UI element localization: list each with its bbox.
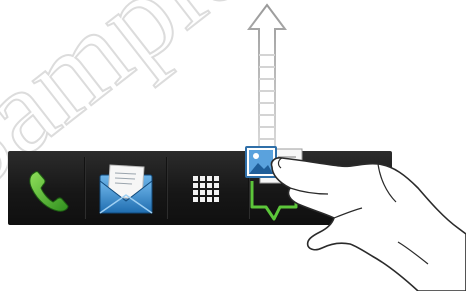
mail-icon — [99, 164, 153, 214]
dock-item-mail[interactable] — [86, 151, 166, 225]
app-grid-icon — [193, 176, 219, 202]
hand-gesture-icon — [270, 157, 466, 291]
phone-icon — [29, 171, 69, 212]
dock-item-all-apps[interactable] — [168, 151, 248, 225]
drag-up-arrow-icon — [247, 3, 287, 154]
dock-item-phone[interactable] — [8, 151, 84, 225]
